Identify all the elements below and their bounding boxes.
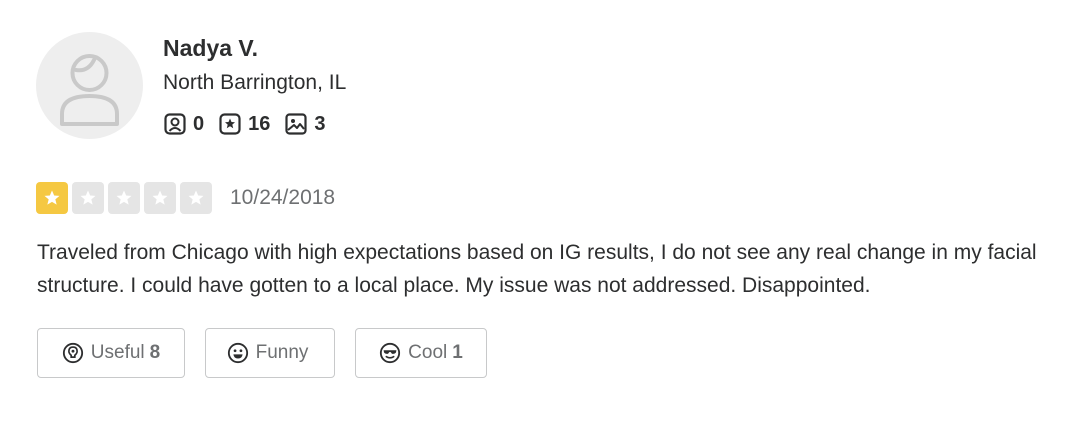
friends-count-value: 0 [193, 112, 205, 135]
reviews-count-value: 16 [248, 112, 271, 135]
star-icon [108, 182, 140, 214]
cool-button[interactable]: Cool 1 [355, 328, 487, 378]
smiley-icon [227, 342, 248, 364]
user-location: North Barrington, IL [163, 71, 347, 94]
review-date: 10/24/2018 [230, 186, 336, 209]
rating-row: 10/24/2018 [36, 182, 335, 214]
default-user-icon [60, 54, 119, 126]
photo-icon [285, 113, 307, 135]
star-icon [36, 182, 68, 214]
useful-button[interactable]: Useful 8 [37, 328, 185, 378]
user-stats: 0 16 3 [163, 112, 340, 136]
friends-count: 0 [163, 112, 204, 136]
photos-count: 3 [284, 112, 326, 136]
photos-count-value: 3 [314, 112, 326, 135]
reviews-count: 16 [218, 112, 270, 136]
star-icon [180, 182, 212, 214]
useful-count: 8 [149, 342, 161, 363]
cool-label: Cool [408, 342, 448, 363]
star-icon [72, 182, 104, 214]
lightbulb-icon [62, 342, 83, 364]
star-icon [144, 182, 176, 214]
funny-button[interactable]: Funny [205, 328, 335, 378]
funny-label: Funny [255, 342, 309, 363]
friends-icon [164, 113, 186, 135]
review-star-icon [219, 113, 241, 135]
useful-label: Useful [90, 342, 145, 363]
review-text: Traveled from Chicago with high expectat… [37, 241, 1037, 297]
user-name[interactable]: Nadya V. [163, 35, 258, 62]
avatar[interactable] [36, 32, 143, 139]
star-rating [36, 182, 216, 214]
cool-count: 1 [452, 342, 463, 363]
sunglasses-icon [380, 342, 401, 364]
